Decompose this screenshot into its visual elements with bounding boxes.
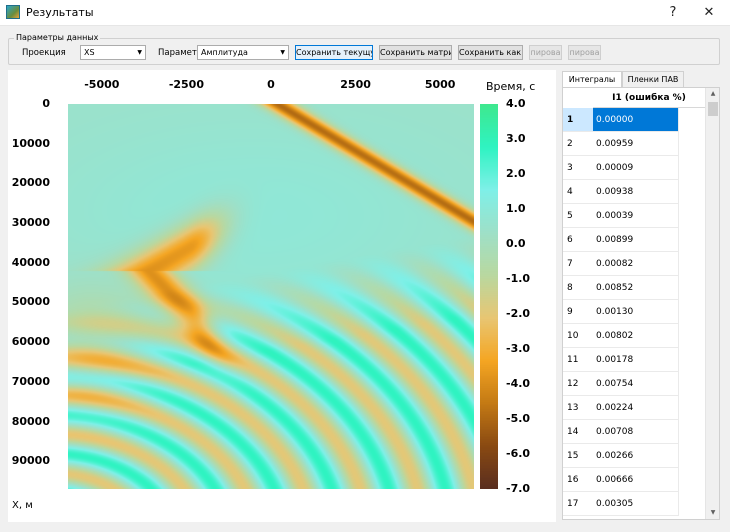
tab-integrals[interactable]: Интегралы <box>562 71 622 88</box>
parameter-value: Амплитуда <box>201 48 248 57</box>
row-number[interactable]: 6 <box>563 228 593 252</box>
colorbar-tick-label: -2.0 <box>506 307 531 320</box>
row-number[interactable]: 7 <box>563 252 593 276</box>
colorbar-tick-label: -5.0 <box>506 412 531 425</box>
y-tick-label: 70000 <box>11 374 50 388</box>
integrals-panel: I1 (ошибка %) 1 0.00000 2 0.00959 3 0.00009 4 0… <box>562 87 720 520</box>
x-axis-label: X, м <box>12 500 33 511</box>
heatmap <box>68 104 474 489</box>
error-value-cell[interactable]: 0.00708 <box>593 420 679 444</box>
error-value-cell[interactable]: 0.00899 <box>593 228 679 252</box>
row-number[interactable]: 17 <box>563 492 593 516</box>
row-number[interactable]: 15 <box>563 444 593 468</box>
x-tick-label: -5000 <box>84 78 120 91</box>
colorbar-tick-label: -7.0 <box>506 482 531 495</box>
error-value-cell[interactable]: 0.00082 <box>593 252 679 276</box>
row-number[interactable]: 1 <box>563 108 593 132</box>
error-value-cell[interactable]: 0.00666 <box>593 468 679 492</box>
x-tick-label: 0 <box>267 78 275 91</box>
row-number[interactable]: 2 <box>563 132 593 156</box>
error-value-cell[interactable]: 0.00754 <box>593 372 679 396</box>
error-value-cell[interactable]: 0.00305 <box>593 492 679 516</box>
column-header[interactable]: I1 (ошибка %) <box>593 88 705 108</box>
tab-surfactant-films[interactable]: Пленки ПАВ <box>622 71 684 88</box>
colorbar-tick-label: -1.0 <box>506 272 531 285</box>
error-value-cell[interactable]: 0.00130 <box>593 300 679 324</box>
error-value-cell[interactable]: 0.00802 <box>593 324 679 348</box>
copy-button-1[interactable]: пирова <box>529 45 562 60</box>
colorbar-tick-label: -6.0 <box>506 447 531 460</box>
row-number[interactable]: 10 <box>563 324 593 348</box>
error-value-cell[interactable]: 0.00000 <box>593 108 679 132</box>
y-tick-label: 60000 <box>11 335 50 349</box>
help-button[interactable]: ? <box>658 3 688 23</box>
error-value-cell[interactable]: 0.00178 <box>593 348 679 372</box>
y-tick-label: 30000 <box>11 216 50 230</box>
row-number[interactable]: 3 <box>563 156 593 180</box>
error-value-cell[interactable]: 0.00852 <box>593 276 679 300</box>
copy-button-2[interactable]: пирова <box>568 45 601 60</box>
window-title: Результаты <box>26 6 94 19</box>
x-tick-label: 5000 <box>424 78 456 91</box>
colorbar-tick-label: 4.0 <box>506 97 526 110</box>
y-tick-label: 80000 <box>11 414 50 428</box>
title-bar: Результаты ? ✕ <box>0 0 730 26</box>
chevron-down-icon: ▼ <box>137 49 142 56</box>
parameter-label: Параметр <box>158 48 203 58</box>
chevron-down-icon: ▼ <box>280 49 285 56</box>
error-value-cell[interactable]: 0.00959 <box>593 132 679 156</box>
colorbar <box>480 104 498 489</box>
app-icon <box>6 5 20 19</box>
row-number[interactable]: 14 <box>563 420 593 444</box>
y-tick-label: 90000 <box>11 454 50 468</box>
row-number[interactable]: 4 <box>563 180 593 204</box>
y-tick-label: 0 <box>42 97 50 110</box>
x-tick-label: 2500 <box>340 78 371 91</box>
colorbar-label: Время, с <box>486 80 536 93</box>
y-tick-label: 20000 <box>11 176 50 190</box>
chevron-up-icon[interactable]: ▲ <box>706 88 720 100</box>
results-table: I1 (ошибка %) 1 0.00000 2 0.00959 3 0.00009 4 0… <box>563 88 705 519</box>
save-as-initial-button[interactable]: Сохранить как начал <box>458 45 523 60</box>
error-value-cell[interactable]: 0.00009 <box>593 156 679 180</box>
row-number[interactable]: 5 <box>563 204 593 228</box>
projection-value: XS <box>84 48 95 57</box>
save-current-button[interactable]: Сохранить текущую <box>295 45 373 60</box>
save-matrix-button[interactable]: Сохранить матрицу <box>379 45 452 60</box>
colorbar-tick-label: 3.0 <box>506 132 526 145</box>
row-number[interactable]: 9 <box>563 300 593 324</box>
row-number[interactable]: 13 <box>563 396 593 420</box>
error-value-cell[interactable]: 0.00938 <box>593 180 679 204</box>
projection-select[interactable]: XS ▼ <box>80 45 146 60</box>
row-number[interactable]: 8 <box>563 276 593 300</box>
plot-area: -5000 -2500 0 2500 5000 0 10000 20000 30000 4000… <box>8 70 556 522</box>
x-tick-label: -2500 <box>168 78 204 91</box>
colorbar-tick-label: -4.0 <box>506 377 531 390</box>
colorbar-tick-label: 2.0 <box>506 167 526 180</box>
error-value-cell[interactable]: 0.00039 <box>593 204 679 228</box>
row-number[interactable]: 16 <box>563 468 593 492</box>
parameter-select[interactable]: Амплитуда ▼ <box>197 45 289 60</box>
data-params-title: Параметры данных <box>14 33 101 42</box>
y-tick-label: 40000 <box>11 255 50 269</box>
error-value-cell[interactable]: 0.00266 <box>593 444 679 468</box>
error-value-cell[interactable]: 0.00224 <box>593 396 679 420</box>
colorbar-tick-label: -3.0 <box>506 342 531 355</box>
row-number[interactable]: 12 <box>563 372 593 396</box>
table-scrollbar[interactable]: ▲ ▼ <box>705 88 719 519</box>
colorbar-tick-label: 1.0 <box>506 202 526 215</box>
scroll-thumb[interactable] <box>708 102 718 116</box>
chevron-down-icon[interactable]: ▼ <box>706 507 720 519</box>
close-button[interactable]: ✕ <box>694 3 724 23</box>
row-number[interactable]: 11 <box>563 348 593 372</box>
y-tick-label: 10000 <box>11 136 50 150</box>
y-tick-label: 50000 <box>11 295 50 309</box>
projection-label: Проекция <box>22 48 66 58</box>
colorbar-tick-label: 0.0 <box>506 237 526 250</box>
